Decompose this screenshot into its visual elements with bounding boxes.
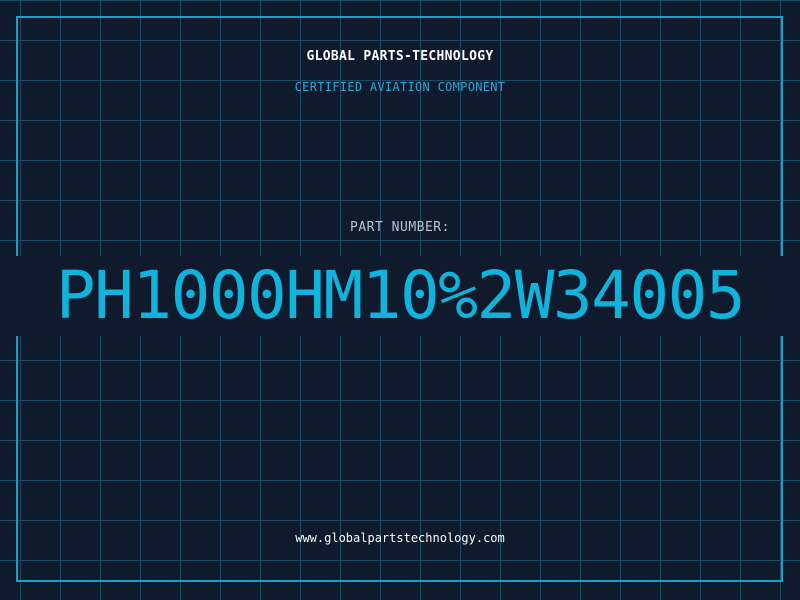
website-url: www.globalpartstechnology.com bbox=[295, 531, 505, 545]
company-name: GLOBAL PARTS-TECHNOLOGY bbox=[306, 49, 494, 64]
part-number-card: GLOBAL PARTS-TECHNOLOGY CERTIFIED AVIATI… bbox=[0, 0, 800, 600]
part-number-value: PH1000HM10%2W34005 bbox=[55, 257, 746, 334]
certification-subtitle: CERTIFIED AVIATION COMPONENT bbox=[294, 80, 506, 94]
part-number-label: PART NUMBER: bbox=[350, 220, 450, 235]
